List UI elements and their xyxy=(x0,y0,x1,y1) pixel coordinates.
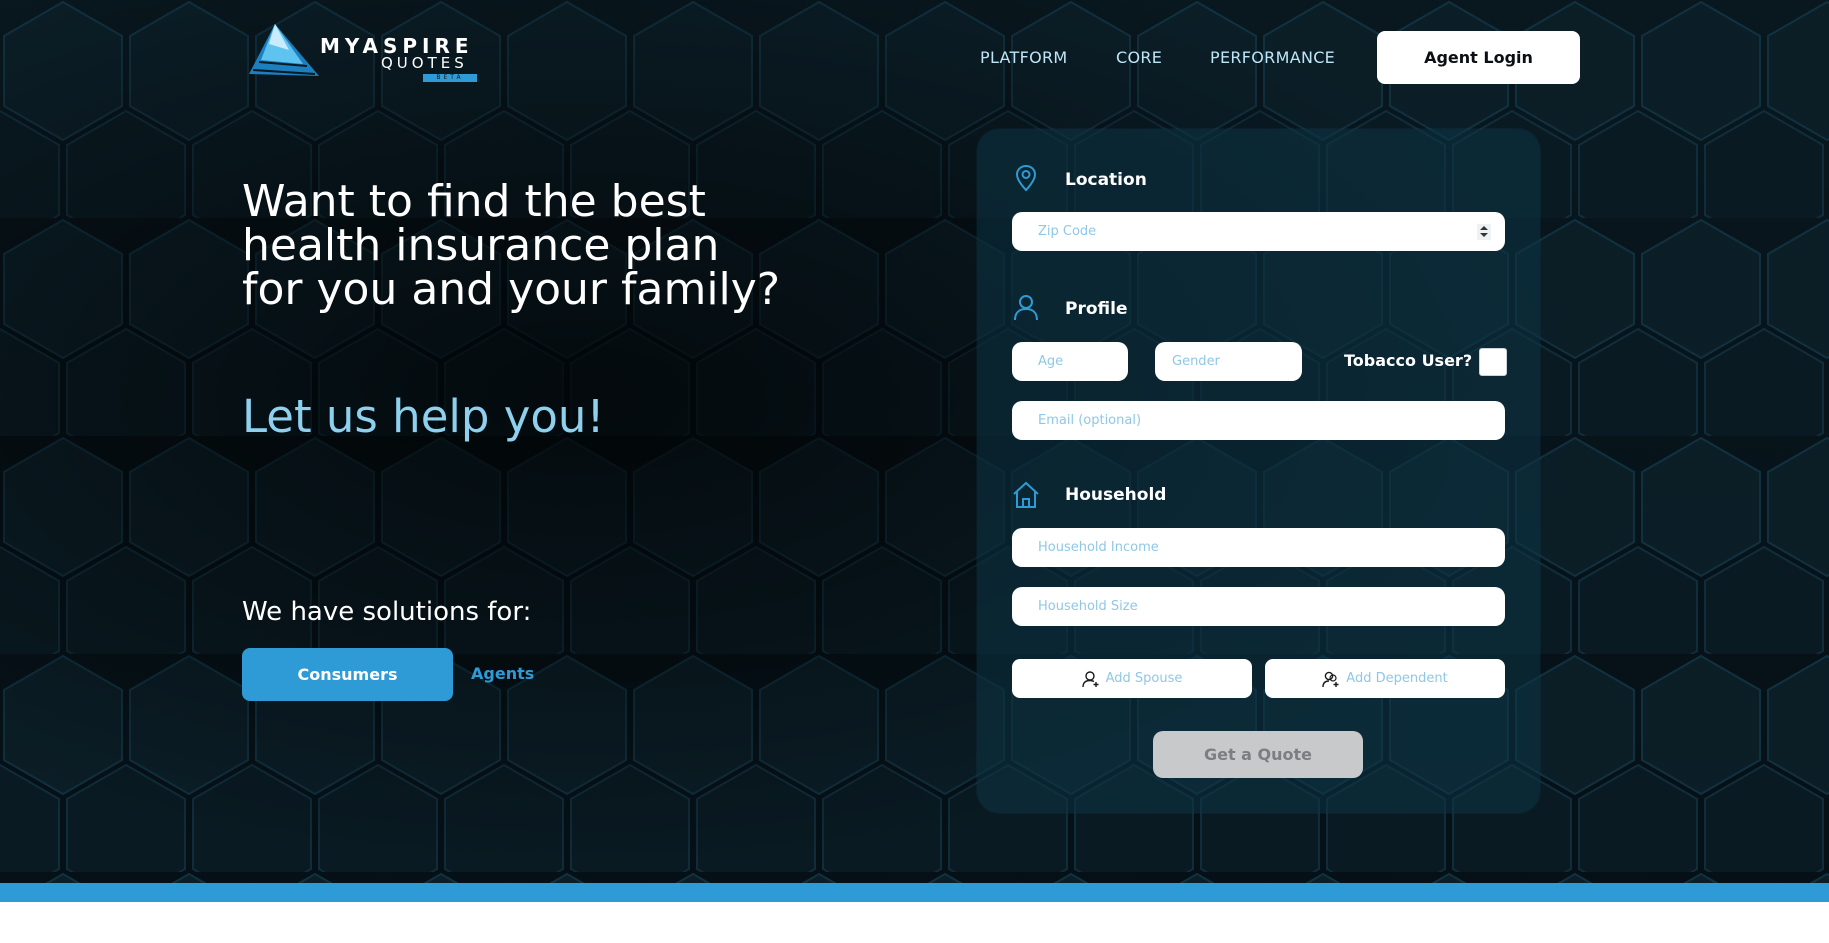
headline-line-3: for you and your family? xyxy=(242,264,781,315)
get-quote-button[interactable]: Get a Quote xyxy=(1153,731,1363,778)
agent-login-button[interactable]: Agent Login xyxy=(1377,31,1580,84)
map-pin-icon xyxy=(1015,164,1037,192)
add-spouse-label: Add Spouse xyxy=(1105,671,1183,686)
profile-label: Profile xyxy=(1065,299,1128,319)
solutions-label: We have solutions for: xyxy=(242,597,532,627)
brand-logo[interactable]: MYASPIRE QUOTES BETA xyxy=(245,20,485,86)
hero-subhead: Let us help you! xyxy=(242,390,605,443)
tobacco-user-label: Tobacco User? xyxy=(1344,351,1473,370)
logo-mark-icon xyxy=(249,24,319,76)
logo-text-bottom: QUOTES xyxy=(381,54,468,72)
hero-headline: Want to find the best health insurance p… xyxy=(242,180,842,312)
add-spouse-button[interactable]: Add Spouse xyxy=(1012,659,1252,698)
nav-platform-link[interactable]: PLATFORM xyxy=(980,48,1068,67)
agents-link[interactable]: Agents xyxy=(471,664,534,683)
household-income-input[interactable]: Household Income xyxy=(1012,528,1505,567)
email-input[interactable]: Email (optional) xyxy=(1012,401,1505,440)
age-input[interactable]: Age xyxy=(1012,342,1128,381)
headline-line-1: Want to find the best xyxy=(242,176,706,227)
hero-section: MYASPIRE QUOTES BETA PLATFORM CORE PERFO… xyxy=(0,0,1829,883)
add-dependent-button[interactable]: Add Dependent xyxy=(1265,659,1505,698)
household-label: Household xyxy=(1065,485,1167,505)
location-label: Location xyxy=(1065,170,1147,190)
zip-code-input[interactable]: Zip Code xyxy=(1012,212,1505,251)
zip-stepper[interactable] xyxy=(1477,224,1491,240)
home-icon xyxy=(1013,481,1039,508)
household-size-input[interactable]: Household Size xyxy=(1012,587,1505,626)
add-user-icon xyxy=(1081,670,1099,687)
footer-accent-band xyxy=(0,883,1829,902)
gender-select[interactable]: Gender xyxy=(1155,342,1302,381)
tobacco-user-checkbox[interactable] xyxy=(1479,348,1507,376)
user-icon xyxy=(1014,295,1038,321)
nav-performance-link[interactable]: PERFORMANCE xyxy=(1210,48,1335,67)
logo-beta-tag: BETA xyxy=(423,74,477,82)
nav-core-link[interactable]: CORE xyxy=(1116,48,1162,67)
headline-line-2: health insurance plan xyxy=(242,220,720,271)
consumers-button[interactable]: Consumers xyxy=(242,648,453,701)
add-dependent-label: Add Dependent xyxy=(1346,671,1448,686)
add-dependent-icon xyxy=(1322,671,1339,687)
